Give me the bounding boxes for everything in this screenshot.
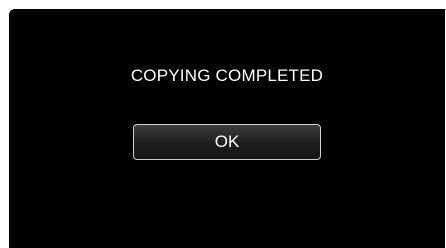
camera-screen: COPYING COMPLETED OK	[9, 9, 445, 248]
ok-button[interactable]: OK	[133, 124, 321, 160]
status-message: COPYING COMPLETED	[130, 66, 324, 85]
